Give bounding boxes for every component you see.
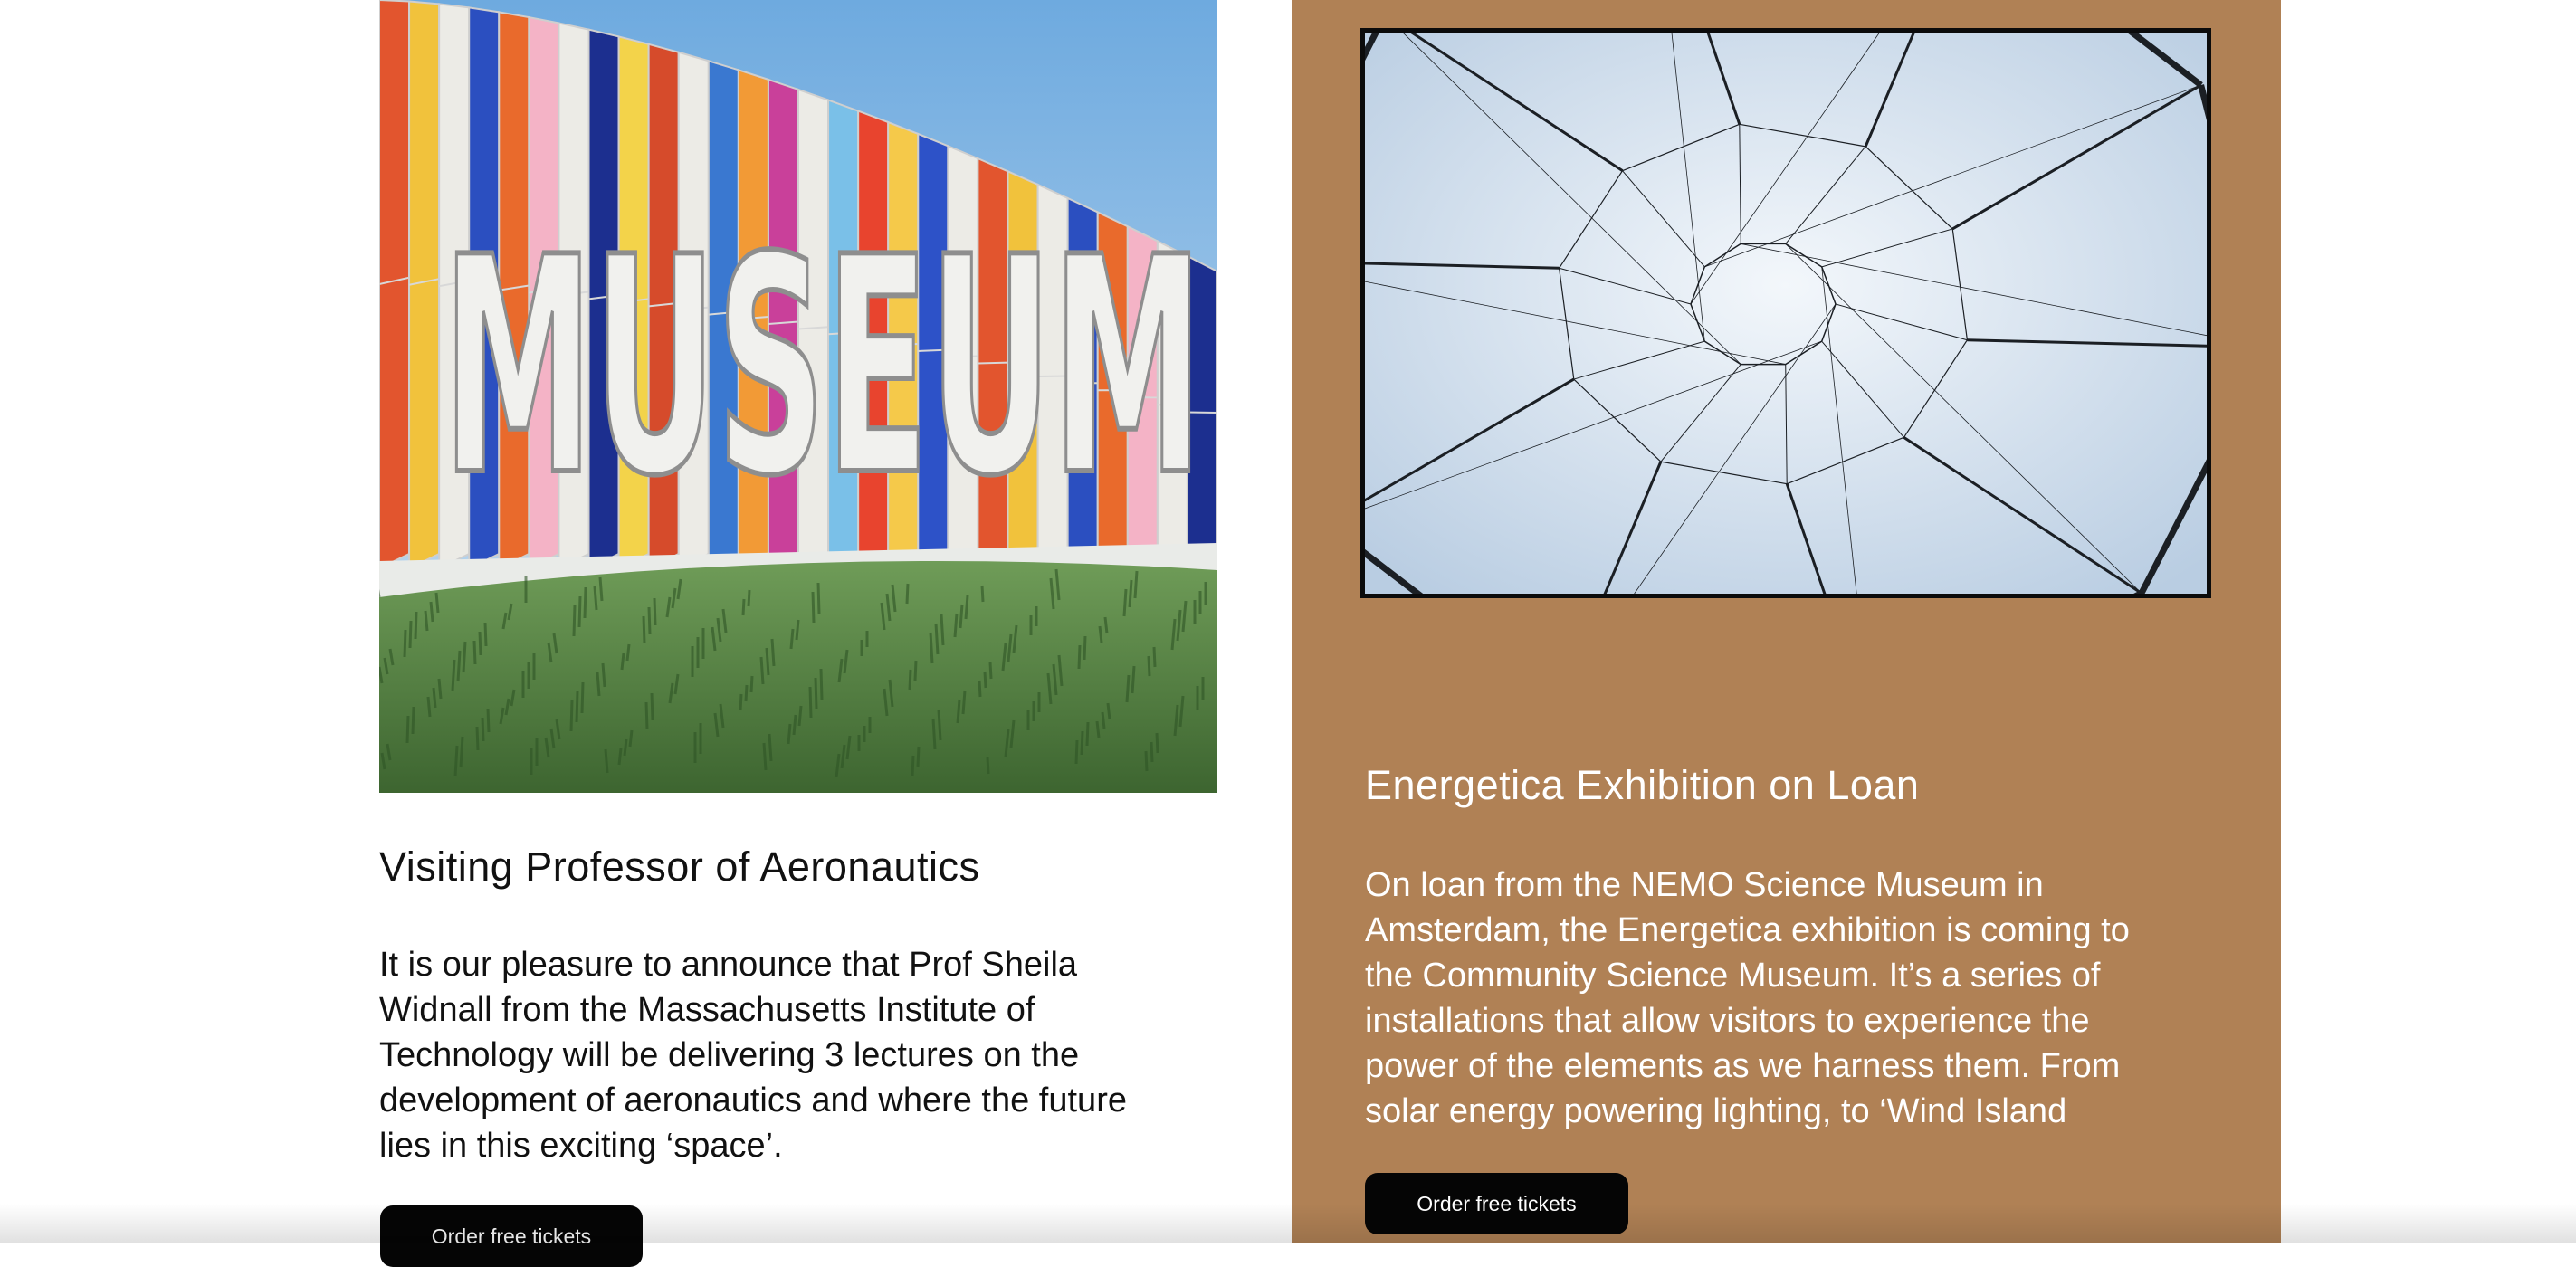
wire-web-image — [1360, 28, 2211, 598]
museum-sign-text: MUSEUM — [443, 194, 1203, 541]
left-card-body: It is our pleasure to announce that Prof… — [379, 946, 1127, 1165]
wire-web-illustration — [1365, 33, 2207, 594]
museum-facade-illustration: MUSEUM — [379, 0, 1217, 793]
order-tickets-button-right[interactable]: Order free tickets — [1365, 1173, 1628, 1234]
museum-facade-image: MUSEUM — [379, 0, 1217, 793]
right-card-body: On loan from the NEMO Science Museum in … — [1365, 866, 2130, 1130]
left-card-title: Visiting Professor of Aeronautics — [379, 843, 980, 890]
order-tickets-button-left[interactable]: Order free tickets — [380, 1205, 643, 1267]
right-card-title: Energetica Exhibition on Loan — [1365, 762, 1920, 808]
